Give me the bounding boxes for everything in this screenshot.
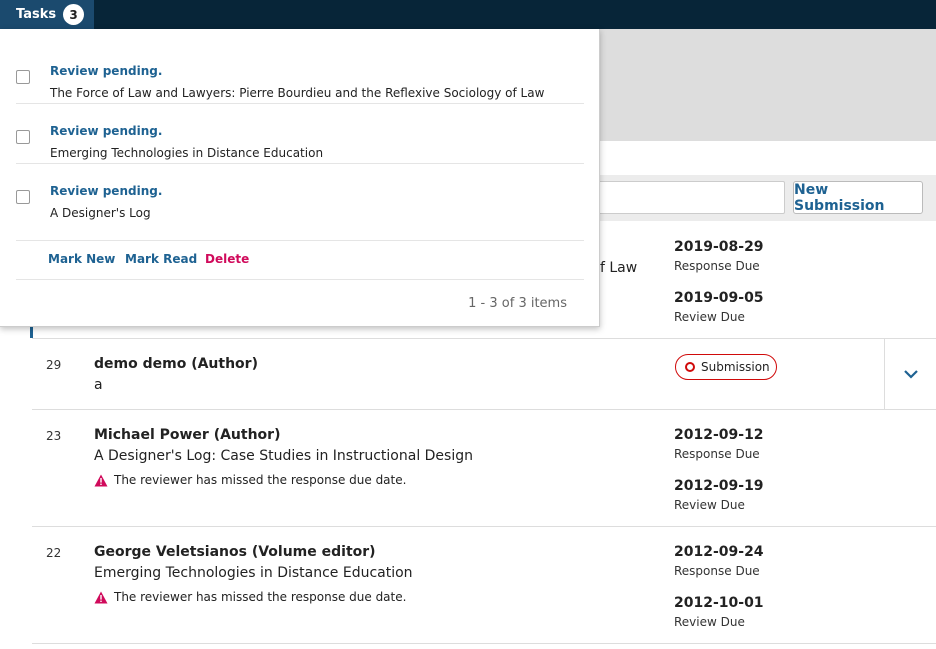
submission-row[interactable]: 22 George Veletsianos (Volume editor) Em… [32, 527, 936, 644]
overdue-warning: The reviewer has missed the response due… [94, 473, 406, 487]
stage-badge: Submission [675, 354, 777, 380]
task-checkbox[interactable] [16, 130, 30, 144]
submission-title: a [94, 377, 103, 393]
review-due-label: Review Due [674, 498, 745, 512]
stage-label: Submission [701, 360, 770, 374]
search-input[interactable] [590, 181, 785, 214]
warning-text: The reviewer has missed the response due… [114, 473, 407, 487]
task-status-link[interactable]: Review pending. [50, 124, 162, 138]
task-checkbox[interactable] [16, 70, 30, 84]
warning-icon [94, 474, 108, 486]
submission-title-fragment: f Law [600, 260, 638, 276]
page-header-area [600, 29, 936, 141]
submission-title: Emerging Technologies in Distance Educat… [94, 565, 413, 581]
task-title: The Force of Law and Lawyers: Pierre Bou… [50, 86, 545, 100]
response-due-label: Response Due [674, 564, 760, 578]
submission-author: George Veletsianos (Volume editor) [94, 544, 376, 560]
response-due-date: 2012-09-24 [674, 544, 764, 560]
warning-text: The reviewer has missed the response due… [114, 590, 407, 604]
submission-row[interactable]: 23 Michael Power (Author) A Designer's L… [32, 410, 936, 527]
submission-title: A Designer's Log: Case Studies in Instru… [94, 448, 473, 464]
task-item[interactable]: Review pending. The Force of Law and Law… [16, 44, 584, 104]
task-actions-bar: Mark New Mark Read Delete [16, 240, 584, 280]
review-due-date: 2019-09-05 [674, 290, 764, 306]
mark-new-button[interactable]: Mark New [48, 252, 115, 266]
submission-id: 22 [46, 546, 62, 560]
task-checkbox[interactable] [16, 190, 30, 204]
review-due-date: 2012-09-19 [674, 478, 764, 494]
response-due-label: Response Due [674, 447, 760, 461]
overdue-warning: The reviewer has missed the response due… [94, 590, 406, 604]
task-item[interactable]: Review pending. A Designer's Log [16, 164, 584, 224]
review-due-label: Review Due [674, 615, 745, 629]
submission-author: Michael Power (Author) [94, 427, 281, 443]
submission-row[interactable]: 29 demo demo (Author) a Submission [32, 339, 936, 410]
tasks-count-badge: 3 [63, 4, 85, 25]
new-submission-button[interactable]: New Submission [793, 181, 923, 214]
review-due-label: Review Due [674, 310, 745, 324]
submission-author: demo demo (Author) [94, 356, 258, 372]
pagination-info: 1 - 3 of 3 items [468, 296, 567, 311]
review-due-date: 2012-10-01 [674, 595, 764, 611]
response-due-date: 2019-08-29 [674, 239, 764, 255]
tasks-dropdown-panel: Review pending. The Force of Law and Law… [0, 29, 600, 327]
delete-button[interactable]: Delete [205, 252, 249, 266]
response-due-label: Response Due [674, 259, 760, 273]
submission-id: 23 [46, 429, 62, 443]
task-item[interactable]: Review pending. Emerging Technologies in… [16, 104, 584, 164]
expand-row-button[interactable] [884, 339, 936, 409]
warning-icon [94, 591, 108, 603]
stage-dot-icon [685, 362, 695, 372]
task-title: Emerging Technologies in Distance Educat… [50, 146, 324, 160]
response-due-date: 2012-09-12 [674, 427, 764, 443]
submission-id: 29 [46, 358, 62, 372]
task-status-link[interactable]: Review pending. [50, 64, 162, 78]
tasks-button[interactable]: Tasks 3 [0, 0, 94, 29]
top-navigation-bar: Tasks 3 [0, 0, 936, 29]
chevron-down-icon [903, 369, 918, 379]
tasks-label: Tasks [16, 7, 57, 22]
task-status-link[interactable]: Review pending. [50, 184, 162, 198]
mark-read-button[interactable]: Mark Read [125, 252, 197, 266]
task-title: A Designer's Log [50, 206, 151, 220]
